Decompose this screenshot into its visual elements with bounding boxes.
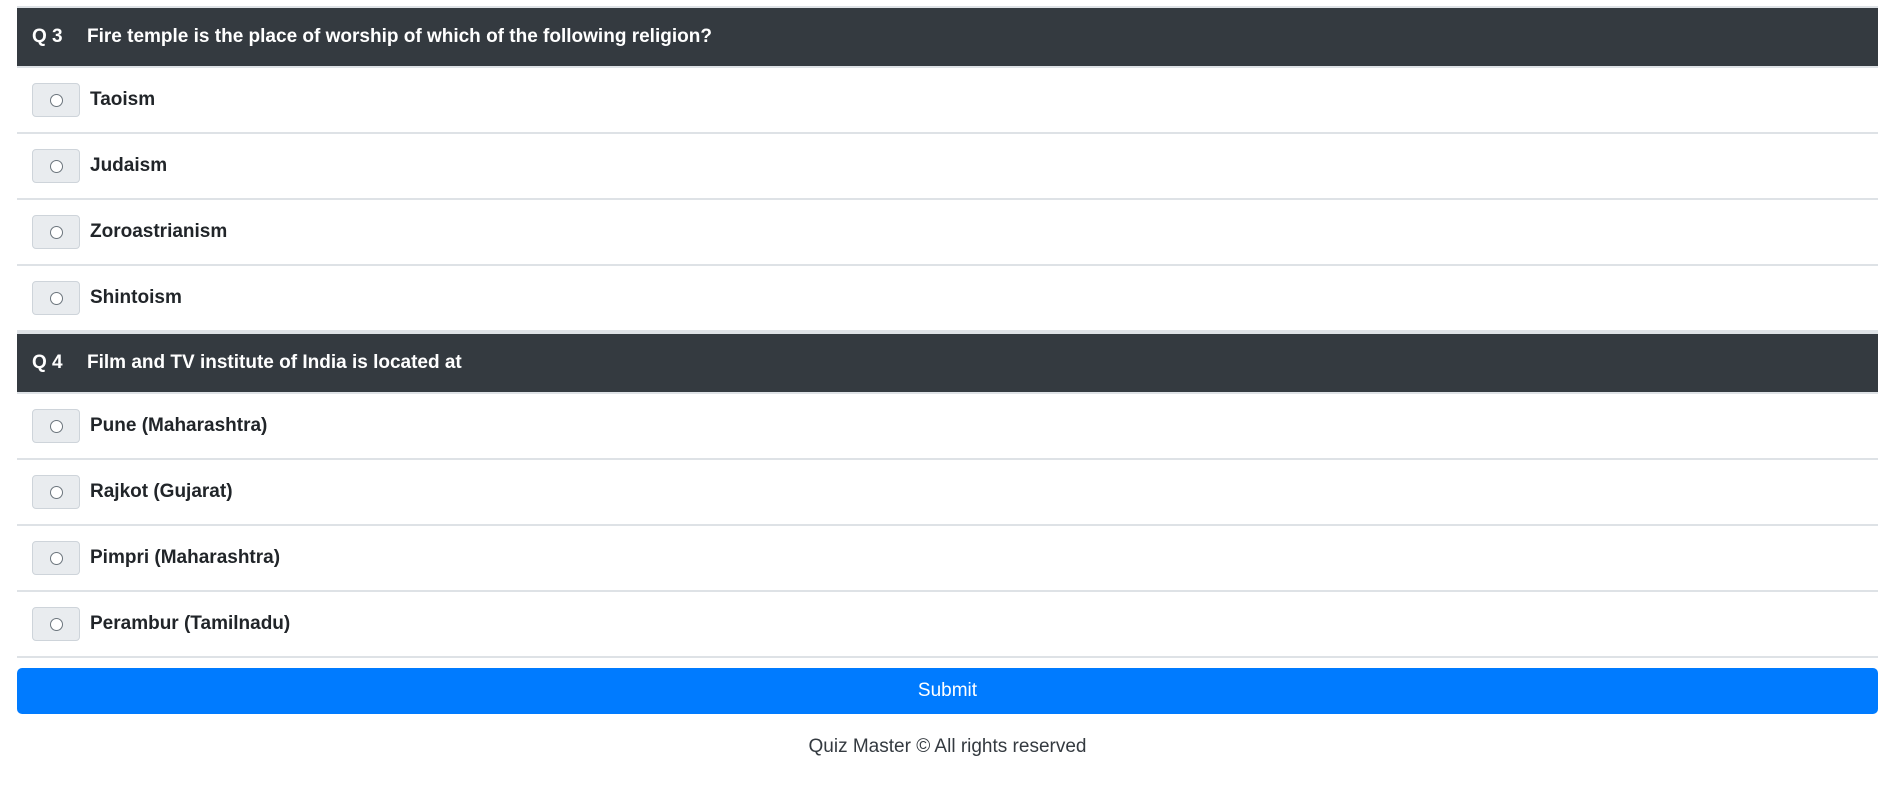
radio-button-icon[interactable] [49, 291, 63, 305]
submit-button[interactable]: Submit [17, 668, 1878, 714]
option-label: Pune (Maharashtra) [90, 415, 268, 436]
radio-button[interactable] [32, 409, 80, 443]
question-text: Film and TV institute of India is locate… [87, 352, 462, 373]
radio-button[interactable] [32, 607, 80, 641]
radio-button-icon[interactable] [49, 485, 63, 499]
radio-button-icon[interactable] [49, 617, 63, 631]
option-label: Zoroastrianism [90, 221, 228, 242]
option-label: Shintoism [90, 287, 182, 308]
radio-button[interactable] [32, 475, 80, 509]
radio-button-icon[interactable] [49, 93, 63, 107]
answer-option[interactable]: Shintoism [17, 266, 1878, 332]
footer-text: Quiz Master © All rights reserved [808, 736, 1087, 757]
answer-option[interactable]: Zoroastrianism [17, 200, 1878, 266]
question-text: Fire temple is the place of worship of w… [87, 26, 712, 47]
option-label: Perambur (Tamilnadu) [90, 613, 291, 634]
radio-button[interactable] [32, 83, 80, 117]
question-header: Q 4 Film and TV institute of India is lo… [17, 332, 1878, 394]
option-label: Pimpri (Maharashtra) [90, 547, 281, 568]
option-label: Rajkot (Gujarat) [90, 481, 233, 502]
question-number: Q 4 [32, 352, 63, 373]
quiz-container: Q 3 Fire temple is the place of worship … [17, 6, 1878, 758]
radio-button[interactable] [32, 541, 80, 575]
radio-button-icon[interactable] [49, 225, 63, 239]
radio-button-icon[interactable] [49, 159, 63, 173]
question-block: Q 3 Fire temple is the place of worship … [17, 6, 1878, 332]
option-label: Judaism [90, 155, 168, 176]
answer-option[interactable]: Judaism [17, 134, 1878, 200]
question-number: Q 3 [32, 26, 63, 47]
radio-button[interactable] [32, 215, 80, 249]
answer-option[interactable]: Pimpri (Maharashtra) [17, 526, 1878, 592]
radio-button[interactable] [32, 281, 80, 315]
answer-option[interactable]: Pune (Maharashtra) [17, 394, 1878, 460]
question-block: Q 4 Film and TV institute of India is lo… [17, 332, 1878, 658]
option-label: Taoism [90, 89, 156, 110]
answer-option[interactable]: Taoism [17, 68, 1878, 134]
answer-option[interactable]: Perambur (Tamilnadu) [17, 592, 1878, 658]
radio-button[interactable] [32, 149, 80, 183]
answer-option[interactable]: Rajkot (Gujarat) [17, 460, 1878, 526]
radio-button-icon[interactable] [49, 551, 63, 565]
radio-button-icon[interactable] [49, 419, 63, 433]
question-header: Q 3 Fire temple is the place of worship … [17, 6, 1878, 68]
